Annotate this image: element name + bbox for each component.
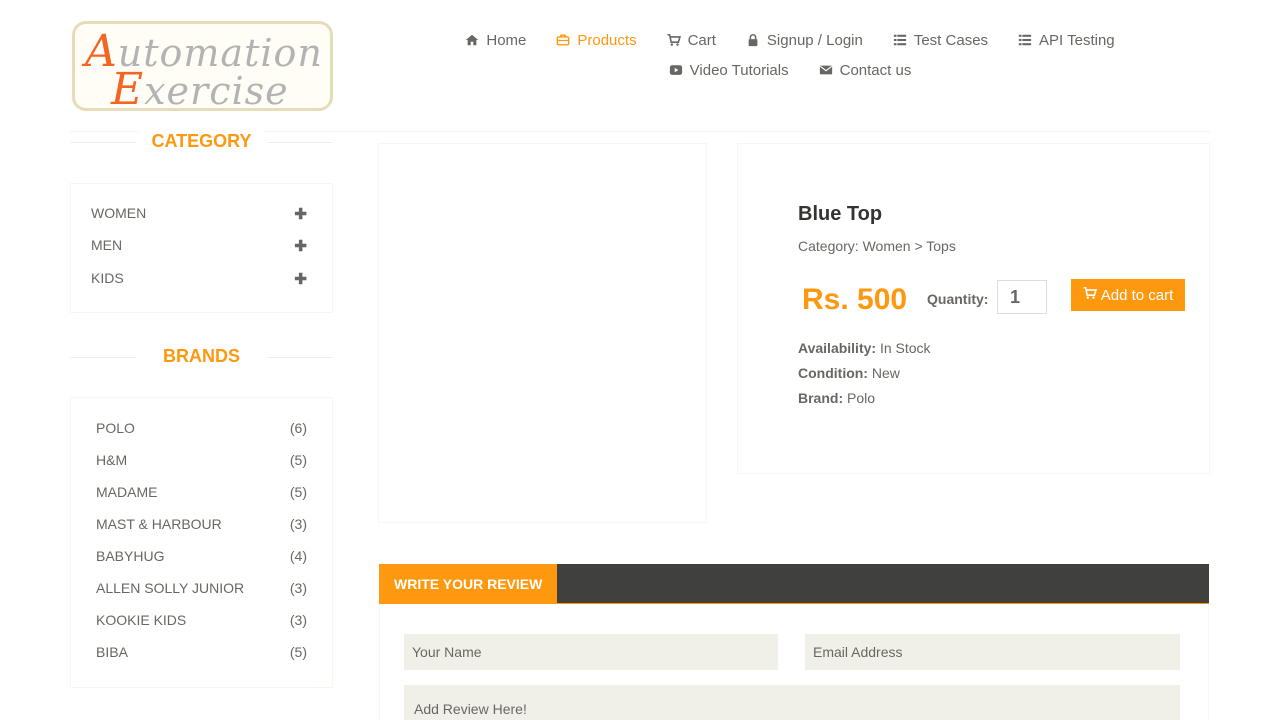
nav-products[interactable]: Products	[541, 28, 651, 52]
category-label: MEN	[91, 237, 123, 253]
availability-value: In Stock	[879, 340, 931, 356]
nav-signup-login[interactable]: Signup / Login	[731, 28, 878, 52]
category-title: CATEGORY	[70, 131, 333, 152]
nav-api-testing-label: API Testing	[1039, 31, 1115, 49]
review-email-input[interactable]	[805, 634, 1180, 670]
brand-count: (3)	[289, 580, 307, 596]
review-textarea[interactable]	[404, 685, 1180, 720]
lock-icon	[746, 33, 760, 47]
availability-row: Availability: In Stock	[798, 340, 931, 356]
brand-item-madame[interactable]: MADAME (5)	[96, 484, 307, 500]
category-label: WOMEN	[91, 205, 147, 221]
plus-icon[interactable]: ✚	[294, 205, 307, 223]
nav-products-label: Products	[577, 31, 637, 49]
brand-count: (3)	[289, 516, 307, 532]
brand-name: MAST & HARBOUR	[96, 516, 222, 532]
brand-label: Brand:	[798, 390, 844, 406]
brand-row: Brand: Polo	[798, 390, 875, 406]
brand-name: POLO	[96, 420, 135, 436]
brand-count: (5)	[289, 452, 307, 468]
nav-video-tutorials[interactable]: Video Tutorials	[654, 58, 804, 82]
product-name: Blue Top	[798, 203, 883, 225]
nav-test-cases-label: Test Cases	[913, 31, 989, 49]
brand-item-polo[interactable]: POLO (6)	[96, 420, 307, 436]
brand-count: (3)	[289, 612, 307, 628]
category-women[interactable]: WOMEN ✚	[91, 205, 307, 223]
nav-home-label: Home	[486, 31, 527, 49]
nav-video-tutorials-label: Video Tutorials	[689, 61, 789, 79]
brand-count: (5)	[289, 484, 307, 500]
site-logo[interactable]: Automation Exercise	[72, 21, 333, 111]
nav-cart[interactable]: Cart	[652, 28, 731, 52]
brand-name: BABYHUG	[96, 548, 165, 564]
brand-name: ALLEN SOLLY JUNIOR	[96, 580, 245, 596]
category-men[interactable]: MEN ✚	[91, 237, 307, 255]
add-to-cart-label: Add to cart	[1100, 286, 1174, 304]
nav-contact-us[interactable]: Contact us	[804, 58, 927, 82]
product-price: Rs. 500	[802, 283, 908, 316]
home-icon	[465, 33, 479, 47]
brand-name: BIBA	[96, 644, 128, 660]
logo-line2-rest: xercise	[144, 69, 289, 111]
brand-item-babyhug[interactable]: BABYHUG (4)	[96, 548, 307, 564]
brand-item-hm[interactable]: H&M (5)	[96, 452, 307, 468]
cart-icon	[667, 33, 681, 47]
quantity-input[interactable]	[997, 280, 1047, 314]
category-panel: WOMEN ✚ MEN ✚ KIDS ✚	[70, 183, 333, 313]
brand-name: MADAME	[96, 484, 158, 500]
brands-panel: POLO (6) H&M (5) MADAME (5) MAST & HARBOUR (…	[70, 397, 333, 688]
logo-cap-e: E	[111, 64, 145, 111]
product-image	[378, 143, 707, 523]
brand-item-allen-solly-junior[interactable]: ALLEN SOLLY JUNIOR (3)	[96, 580, 307, 596]
list-icon	[893, 33, 907, 47]
youtube-icon	[669, 63, 683, 77]
nav-cart-label: Cart	[687, 31, 716, 49]
brand-item-mast-harbour[interactable]: MAST & HARBOUR (3)	[96, 516, 307, 532]
condition-value: New	[871, 365, 900, 381]
brand-value: Polo	[847, 390, 876, 406]
brand-item-kookie-kids[interactable]: KOOKIE KIDS (3)	[96, 612, 307, 628]
brand-count: (4)	[289, 548, 307, 564]
main-nav: Home Products Cart Signup / Login Test C…	[466, 28, 1115, 82]
brand-count: (5)	[289, 644, 307, 660]
nav-signup-login-label: Signup / Login	[766, 31, 863, 49]
review-name-input[interactable]	[404, 634, 778, 670]
product-category: Category: Women > Tops	[798, 238, 956, 254]
brand-name: H&M	[96, 452, 128, 468]
condition-row: Condition: New	[798, 365, 900, 381]
quantity-label: Quantity:	[927, 291, 989, 307]
nav-contact-us-label: Contact us	[839, 61, 912, 79]
category-label: KIDS	[91, 270, 124, 286]
brand-count: (6)	[289, 420, 307, 436]
write-review-tab[interactable]: WRITE YOUR REVIEW	[379, 564, 557, 603]
nav-home[interactable]: Home	[450, 28, 541, 52]
condition-label: Condition:	[798, 365, 868, 381]
envelope-icon	[819, 63, 833, 77]
add-to-cart-button[interactable]: Add to cart	[1071, 279, 1185, 311]
nav-test-cases[interactable]: Test Cases	[878, 28, 1003, 52]
plus-icon[interactable]: ✚	[294, 270, 307, 288]
brands-title: BRANDS	[70, 346, 333, 367]
category-kids[interactable]: KIDS ✚	[91, 270, 307, 288]
brand-item-biba[interactable]: BIBA (5)	[96, 644, 307, 660]
cart-icon	[1083, 286, 1097, 304]
plus-icon[interactable]: ✚	[294, 237, 307, 255]
products-icon	[556, 33, 570, 47]
brand-name: KOOKIE KIDS	[96, 612, 187, 628]
nav-api-testing[interactable]: API Testing	[1003, 28, 1130, 52]
availability-label: Availability:	[798, 340, 877, 356]
list-icon	[1018, 33, 1032, 47]
